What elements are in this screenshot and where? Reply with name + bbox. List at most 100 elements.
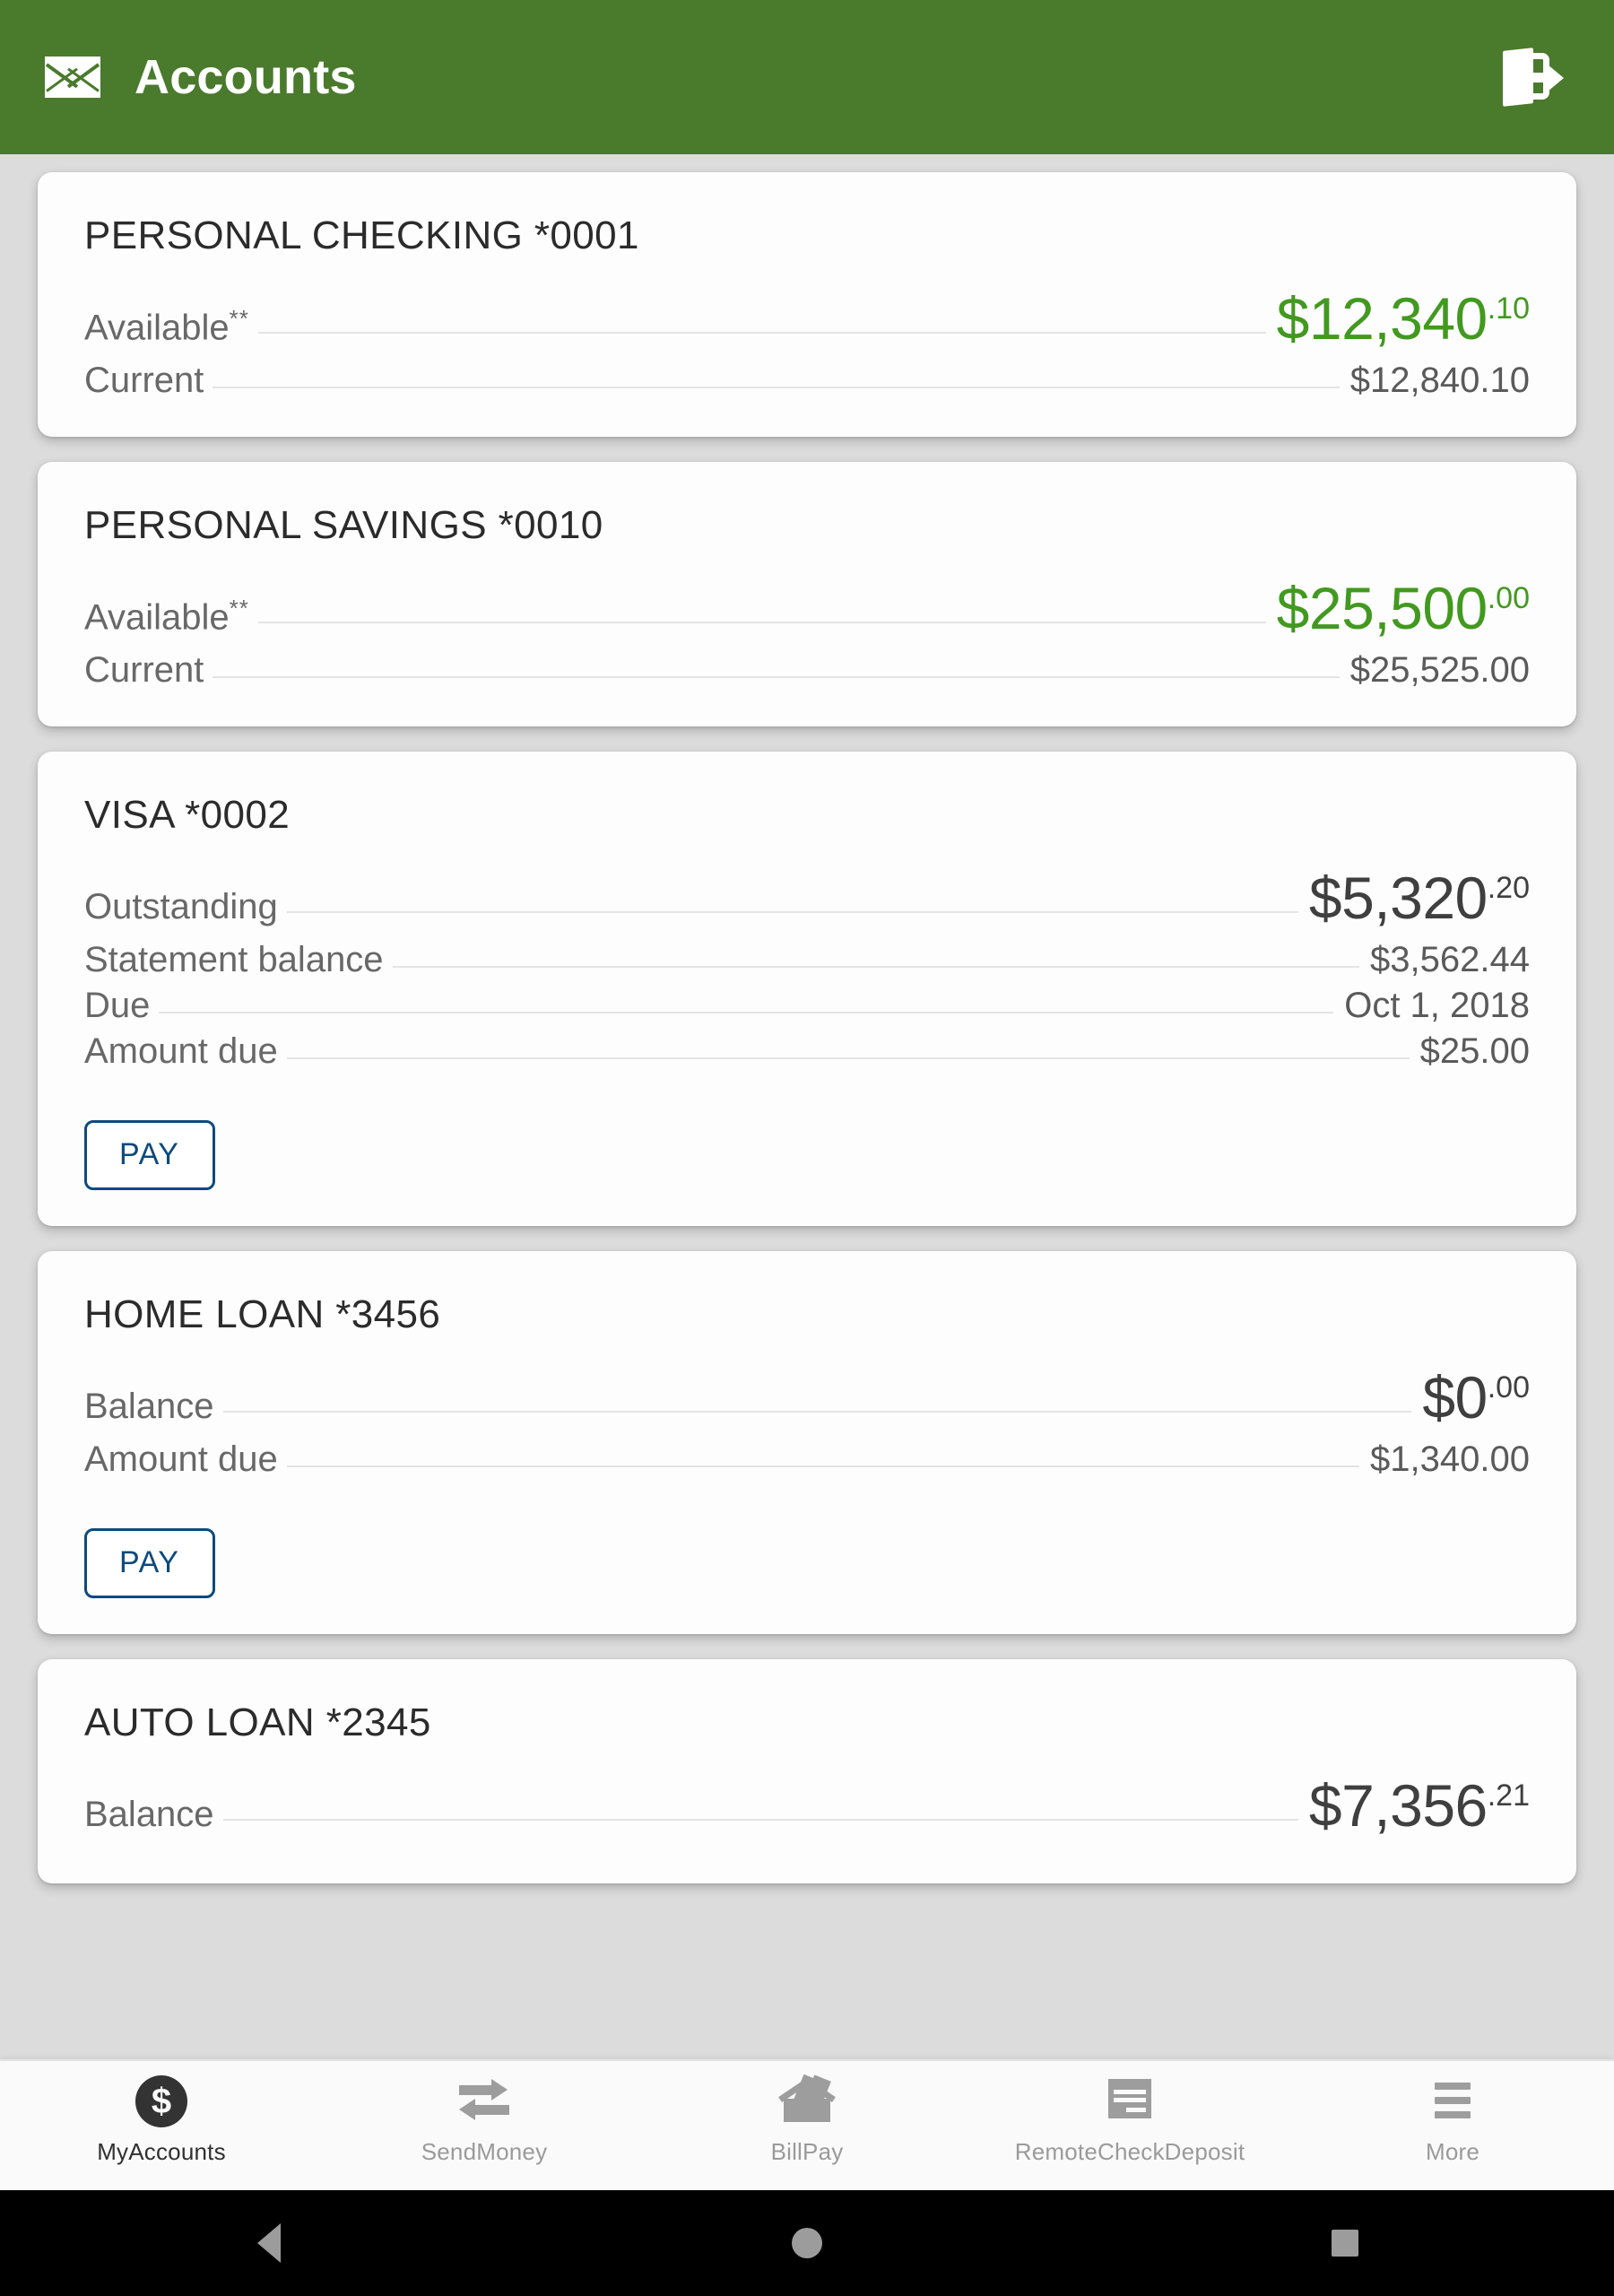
account-card-title: PERSONAL CHECKING *0001 [84, 213, 639, 257]
account-primary-row: Balance $0.00 [84, 1368, 1530, 1427]
account-primary-label-text: Available [84, 308, 230, 347]
android-system-nav [0, 2190, 1614, 2296]
account-primary-label: Balance [84, 1387, 223, 1427]
account-primary-label: Balance [84, 1795, 223, 1835]
system-nav-back-button[interactable] [0, 2223, 538, 2263]
leader-line [286, 1057, 1410, 1059]
amount-cents: .20 [1487, 871, 1530, 905]
account-detail-row: Current $12,840.10 [84, 361, 1530, 401]
pay-button[interactable]: PAY [84, 1528, 215, 1598]
tab-myaccounts[interactable]: MyAccounts [0, 2075, 323, 2166]
envelope-icon[interactable] [45, 57, 100, 98]
account-card[interactable]: AUTO LOAN *2345 Balance $7,356.21 [38, 1659, 1576, 1883]
amount-dollars: $25,500 [1276, 575, 1488, 641]
leader-line [392, 966, 1360, 968]
app-header: Accounts [0, 0, 1614, 154]
hamburger-menu-icon [1424, 2075, 1481, 2126]
accounts-list[interactable]: PERSONAL CHECKING *0001 Available** $12,34… [0, 154, 1614, 2059]
tab-icon-wrapper [456, 2075, 513, 2126]
leader-line [213, 676, 1340, 678]
account-card-title: AUTO LOAN *2345 [84, 1700, 431, 1744]
tab-label: More [1425, 2138, 1480, 2165]
tab-remotecheckdeposit[interactable]: RemoteCheckDeposit [968, 2075, 1291, 2166]
tab-label: BillPay [770, 2138, 844, 2165]
account-primary-label: Available** [84, 305, 258, 348]
tab-label: RemoteCheckDeposit [1014, 2138, 1245, 2165]
amount-dollars: $7,356 [1308, 1772, 1488, 1839]
logout-icon-arrow-head [1548, 65, 1564, 91]
transfer-arrows-icon [456, 2075, 513, 2126]
pay-button[interactable]: PAY [84, 1120, 215, 1190]
account-primary-amount: $7,356.21 [1298, 1776, 1530, 1835]
system-nav-recents-button[interactable] [1076, 2230, 1614, 2257]
account-primary-label: Outstanding [84, 887, 287, 927]
account-primary-label-text: Outstanding [84, 887, 278, 926]
bottom-tab-bar: MyAccounts SendMoney BillPay RemoteCheckDep… [0, 2059, 1614, 2190]
account-detail-row: Amount due $1,340.00 [84, 1439, 1530, 1480]
tab-icon-wrapper [778, 2074, 836, 2126]
leader-line [286, 1465, 1360, 1467]
tab-sendmoney[interactable]: SendMoney [323, 2075, 646, 2166]
amount-dollars: $5,320 [1308, 865, 1488, 931]
amount-cents: .00 [1487, 1370, 1530, 1405]
account-card[interactable]: HOME LOAN *3456 Balance $0.00 Amount due $1,… [38, 1251, 1576, 1634]
leader-line [213, 387, 1340, 388]
account-detail-row: Statement balance $3,562.44 [84, 940, 1530, 980]
tab-icon-wrapper [1101, 2075, 1158, 2126]
amount-cents: .00 [1487, 581, 1530, 615]
dollar-circle-icon [135, 2075, 187, 2127]
amount-cents: .10 [1487, 291, 1530, 326]
system-nav-home-button[interactable] [538, 2228, 1076, 2258]
account-primary-label-text: Balance [84, 1387, 214, 1426]
account-detail-label: Amount due [84, 1031, 278, 1071]
leader-line [286, 911, 1298, 913]
envelope-mail-icon [778, 2074, 836, 2126]
account-detail-value: $1,340.00 [1370, 1439, 1530, 1479]
account-detail-value: $25,525.00 [1349, 650, 1530, 690]
account-detail-row: Due Oct 1, 2018 [84, 986, 1530, 1026]
account-card[interactable]: PERSONAL CHECKING *0001 Available** $12,34… [38, 172, 1576, 437]
account-primary-row: Available** $25,500.00 [84, 578, 1530, 638]
account-detail-value: $25.00 [1419, 1031, 1530, 1071]
account-detail-label: Statement balance [84, 940, 384, 979]
account-card[interactable]: VISA *0002 Outstanding $5,320.20 Statement … [38, 752, 1576, 1226]
account-primary-row: Available** $12,340.10 [84, 289, 1530, 348]
check-document-icon [1101, 2075, 1158, 2126]
amount-dollars: $0 [1422, 1364, 1488, 1431]
footnote-asterisks: ** [229, 594, 249, 622]
leader-line [159, 1012, 1334, 1013]
account-card-title: VISA *0002 [84, 793, 291, 837]
header-left-group: Accounts [45, 53, 357, 101]
account-detail-row: Current $25,525.00 [84, 650, 1530, 691]
account-primary-amount: $25,500.00 [1266, 578, 1530, 638]
account-primary-label: Available** [84, 595, 258, 638]
footnote-asterisks: ** [229, 304, 249, 332]
pay-button-row: PAY [84, 1485, 1530, 1598]
recents-square-icon [1332, 2230, 1358, 2257]
leader-line [222, 1411, 1412, 1413]
leader-line [222, 1819, 1298, 1821]
account-detail-label: Current [84, 361, 204, 400]
tab-more[interactable]: More [1291, 2075, 1614, 2166]
account-primary-amount: $12,340.10 [1266, 289, 1530, 348]
logout-icon[interactable] [1503, 48, 1564, 107]
account-card[interactable]: PERSONAL SAVINGS *0010 Available** $25,500… [38, 462, 1576, 726]
tab-icon-wrapper [1424, 2075, 1481, 2126]
account-primary-amount: $5,320.20 [1298, 868, 1530, 927]
tab-billpay[interactable]: BillPay [646, 2074, 968, 2166]
account-detail-label: Due [84, 986, 151, 1025]
account-primary-row: Outstanding $5,320.20 [84, 868, 1530, 927]
account-detail-value: Oct 1, 2018 [1344, 986, 1530, 1025]
account-primary-row: Balance $7,356.21 [84, 1776, 1530, 1835]
tab-label: SendMoney [421, 2138, 548, 2165]
account-primary-label-text: Available [84, 597, 230, 637]
amount-cents: .21 [1487, 1779, 1530, 1813]
account-detail-row: Amount due $25.00 [84, 1031, 1530, 1072]
back-triangle-icon [257, 2223, 281, 2263]
amount-dollars: $12,340 [1276, 285, 1488, 352]
page-title: Accounts [134, 50, 357, 104]
envelope-icon-lines [45, 57, 100, 98]
account-primary-label-text: Balance [84, 1795, 214, 1834]
home-circle-icon [792, 2228, 822, 2258]
account-card-title: HOME LOAN *3456 [84, 1292, 441, 1336]
